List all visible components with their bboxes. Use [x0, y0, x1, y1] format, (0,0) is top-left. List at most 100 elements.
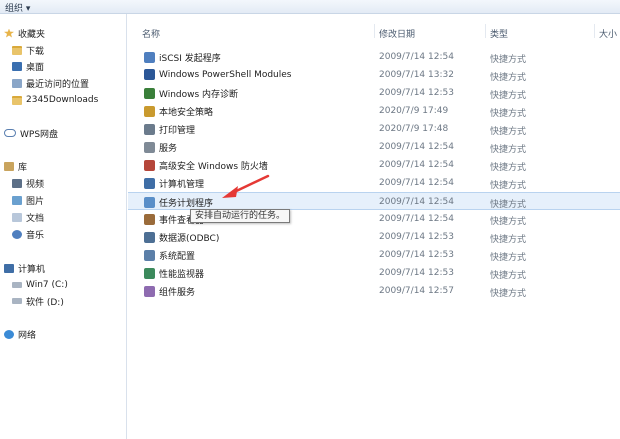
- nav-2345downloads[interactable]: 2345Downloads: [12, 93, 98, 107]
- file-row[interactable]: 组件服务 2009/7/14 12:57 快捷方式: [128, 282, 620, 300]
- documents-icon: [12, 212, 22, 222]
- print-management-icon: [144, 124, 155, 135]
- services-icon: [144, 142, 155, 153]
- file-name-cell: 本地安全策略: [144, 105, 213, 118]
- nav-drive-c-label: Win7 (C:): [26, 280, 68, 290]
- column-header-size[interactable]: 大小: [599, 27, 617, 40]
- file-type: 快捷方式: [490, 253, 527, 263]
- file-date: 2020/7/9 17:49: [379, 106, 449, 116]
- nav-pictures-label: 图片: [26, 196, 45, 207]
- file-type: 快捷方式: [490, 235, 527, 245]
- nav-pictures[interactable]: 图片: [12, 193, 44, 207]
- file-date: 2020/7/9 17:48: [379, 124, 449, 134]
- file-type: 快捷方式: [490, 127, 527, 137]
- file-row[interactable]: Windows 内存诊断 2009/7/14 12:53 快捷方式: [128, 84, 620, 102]
- file-date: 2009/7/14 12:53: [379, 250, 454, 260]
- desktop-icon: [12, 61, 22, 71]
- nav-downloads[interactable]: 下载: [12, 43, 44, 57]
- file-row[interactable]: 计算机管理 2009/7/14 12:54 快捷方式: [128, 174, 620, 192]
- nav-videos[interactable]: 视频: [12, 176, 44, 190]
- recent-places-icon: [12, 78, 22, 88]
- file-date: 2009/7/14 12:54: [379, 197, 454, 207]
- drive-icon: [12, 298, 22, 304]
- nav-computer-label: 计算机: [18, 264, 46, 275]
- file-name-cell: 系统配置: [144, 249, 195, 262]
- file-name: 数据源(ODBC): [159, 234, 220, 244]
- file-name-cell: 打印管理: [144, 123, 195, 136]
- nav-documents[interactable]: 文档: [12, 210, 44, 224]
- file-row[interactable]: 任务计划程序 2009/7/14 12:54 快捷方式: [128, 192, 620, 210]
- component-services-icon: [144, 286, 155, 297]
- file-name-cell: 服务: [144, 141, 177, 154]
- file-name-cell: 任务计划程序: [144, 196, 213, 209]
- file-name: 组件服务: [159, 288, 196, 298]
- downloads-folder-icon: [12, 45, 22, 55]
- file-name: iSCSI 发起程序: [159, 54, 221, 64]
- file-row[interactable]: Windows PowerShell Modules 2009/7/14 13:3…: [128, 66, 620, 84]
- file-row[interactable]: 打印管理 2020/7/9 17:48 快捷方式: [128, 120, 620, 138]
- file-name: 系统配置: [159, 252, 196, 262]
- nav-music[interactable]: 音乐: [12, 227, 44, 241]
- file-row[interactable]: 高级安全 Windows 防火墙 2009/7/14 12:54 快捷方式: [128, 156, 620, 174]
- file-type: 快捷方式: [490, 55, 527, 65]
- nav-desktop-label: 桌面: [26, 62, 45, 73]
- file-type: 快捷方式: [490, 163, 527, 173]
- file-name: 高级安全 Windows 防火墙: [159, 162, 268, 172]
- computer-management-icon: [144, 178, 155, 189]
- file-name-cell: Windows 内存诊断: [144, 87, 238, 100]
- column-header-type[interactable]: 类型: [490, 27, 508, 40]
- nav-wps-label: WPS网盘: [20, 129, 59, 140]
- column-divider: [485, 24, 486, 38]
- nav-drive-c[interactable]: Win7 (C:): [12, 278, 68, 292]
- nav-downloads-label: 下载: [26, 46, 45, 57]
- firewall-icon: [144, 160, 155, 171]
- nav-libraries[interactable]: 库: [4, 159, 27, 173]
- file-name-cell: 数据源(ODBC): [144, 231, 219, 244]
- column-header-date[interactable]: 修改日期: [379, 27, 415, 40]
- nav-favorites-label: 收藏夹: [18, 29, 46, 40]
- file-row[interactable]: 服务 2009/7/14 12:54 快捷方式: [128, 138, 620, 156]
- nav-computer[interactable]: 计算机: [4, 261, 45, 275]
- file-row[interactable]: iSCSI 发起程序 2009/7/14 12:54 快捷方式: [128, 48, 620, 66]
- performance-monitor-icon: [144, 268, 155, 279]
- pictures-icon: [12, 195, 22, 205]
- file-type: 快捷方式: [490, 109, 527, 119]
- file-name-cell: 组件服务: [144, 285, 195, 298]
- file-name-cell: Windows PowerShell Modules: [144, 69, 291, 80]
- nav-favorites[interactable]: 收藏夹: [4, 26, 45, 40]
- file-type: 快捷方式: [490, 73, 527, 83]
- nav-network-label: 网络: [18, 330, 37, 341]
- file-name-cell: 高级安全 Windows 防火墙: [144, 159, 268, 172]
- nav-network[interactable]: 网络: [4, 327, 36, 341]
- file-name: 性能监视器: [159, 270, 205, 280]
- drive-icon: [12, 282, 22, 288]
- column-header-name[interactable]: 名称: [142, 27, 160, 40]
- nav-drive-d[interactable]: 软件 (D:): [12, 294, 64, 308]
- nav-wps-cloud[interactable]: WPS网盘: [4, 126, 58, 140]
- column-divider: [374, 24, 375, 38]
- file-name: Windows 内存诊断: [159, 90, 239, 100]
- file-type: 快捷方式: [490, 271, 527, 281]
- file-date: 2009/7/14 12:53: [379, 268, 454, 278]
- file-row[interactable]: 本地安全策略 2020/7/9 17:49 快捷方式: [128, 102, 620, 120]
- nav-libraries-label: 库: [18, 162, 28, 173]
- nav-music-label: 音乐: [26, 230, 45, 241]
- file-date: 2009/7/14 12:54: [379, 160, 454, 170]
- file-type: 快捷方式: [490, 289, 527, 299]
- file-name-cell: 性能监视器: [144, 267, 204, 280]
- file-row[interactable]: 系统配置 2009/7/14 12:53 快捷方式: [128, 246, 620, 264]
- odbc-icon: [144, 232, 155, 243]
- file-row[interactable]: 性能监视器 2009/7/14 12:53 快捷方式: [128, 264, 620, 282]
- file-name: 打印管理: [159, 126, 196, 136]
- organize-button[interactable]: 组织 ▾: [5, 1, 30, 14]
- file-date: 2009/7/14 12:54: [379, 52, 454, 62]
- nav-recent-places[interactable]: 最近访问的位置: [12, 76, 89, 90]
- file-row[interactable]: 数据源(ODBC) 2009/7/14 12:53 快捷方式: [128, 228, 620, 246]
- file-name-cell: iSCSI 发起程序: [144, 51, 221, 64]
- nav-desktop[interactable]: 桌面: [12, 59, 44, 73]
- file-type: 快捷方式: [490, 181, 527, 191]
- file-date: 2009/7/14 12:54: [379, 178, 454, 188]
- tooltip: 安排自动运行的任务。: [190, 209, 291, 223]
- file-date: 2009/7/14 12:54: [379, 142, 454, 152]
- toolbar: 组织 ▾: [0, 0, 620, 14]
